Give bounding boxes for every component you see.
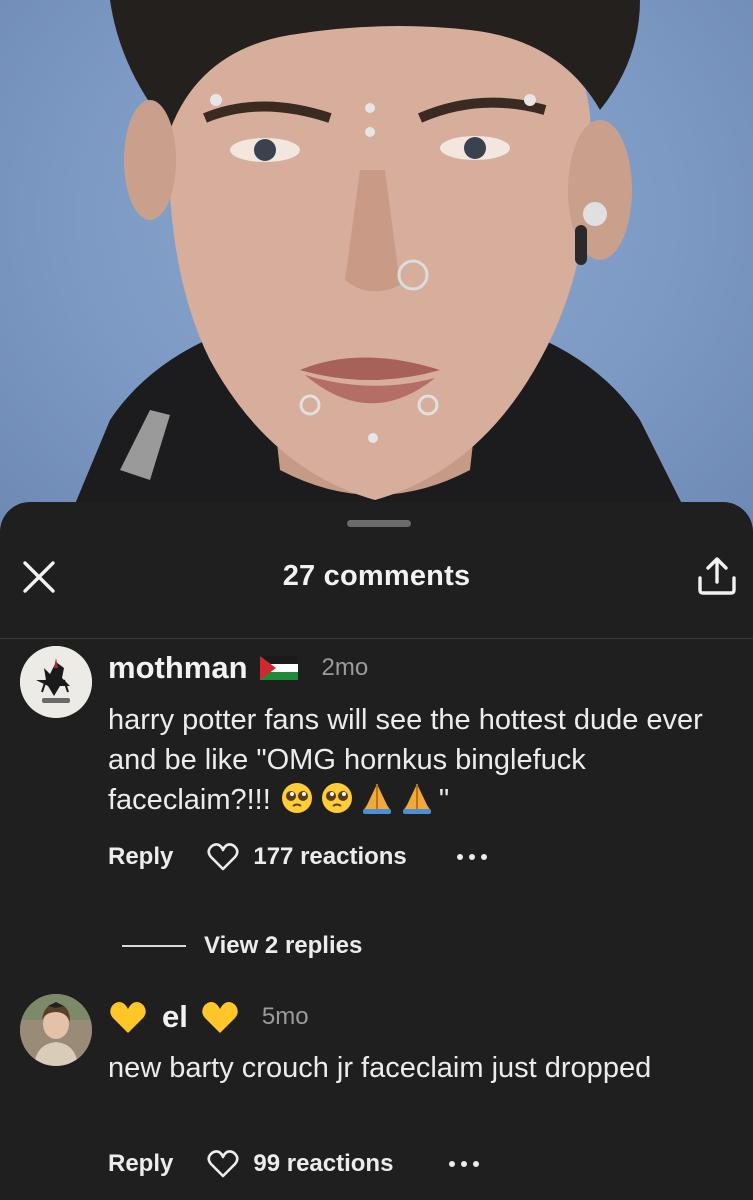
username[interactable]: mothman (108, 650, 248, 686)
folded-hands-icon (362, 784, 391, 814)
post-photo (0, 0, 753, 540)
comment-time: 5mo (261, 1003, 309, 1030)
comment-meta: mothman 2mo (108, 650, 368, 686)
comment-text: harry potter fans will see the hottest d… (108, 700, 728, 820)
username[interactable]: el (162, 999, 188, 1035)
share-button[interactable] (695, 554, 739, 598)
pleading-face-icon (321, 783, 352, 813)
more-dots-icon (449, 1161, 456, 1167)
comment-time: 2mo (321, 654, 369, 681)
view-replies-label: View 2 replies (204, 932, 363, 959)
comment-meta: el 5mo (108, 998, 309, 1036)
more-options-button[interactable] (456, 854, 487, 860)
more-options-button[interactable] (449, 1161, 480, 1167)
person-avatar-image (20, 994, 92, 1066)
sheet-header: 27 comments (0, 542, 753, 612)
reactions-count: 177 reactions (253, 843, 407, 870)
folded-hands-icon (402, 784, 431, 814)
view-replies-button[interactable]: View 2 replies (122, 932, 362, 960)
reactions-count: 99 reactions (253, 1150, 394, 1177)
reply-button[interactable]: Reply (108, 1150, 173, 1178)
reactions-button[interactable]: 99 reactions (207, 1149, 393, 1179)
avatar[interactable] (20, 646, 92, 718)
portrait-illustration (60, 0, 700, 540)
comment-text: new barty crouch jr faceclaim just dropp… (108, 1052, 652, 1084)
heart-icon (207, 843, 239, 871)
replies-line (122, 945, 186, 947)
yellow-heart-icon (110, 1002, 146, 1033)
pleading-face-icon (281, 783, 312, 813)
avatar[interactable] (20, 994, 92, 1066)
comment-text-end: " (438, 784, 450, 816)
comments-count-title: 27 comments (282, 560, 471, 592)
more-dots-icon (456, 854, 463, 860)
heart-icon (207, 1150, 239, 1178)
share-icon (698, 557, 736, 595)
screen: 27 comments mothman 2mo harry potter fan… (0, 0, 753, 1200)
comment-actions: Reply 177 reactions (108, 842, 487, 872)
moth-avatar-image (20, 646, 92, 718)
comment-actions: Reply 99 reactions (108, 1149, 480, 1179)
header-divider (0, 638, 753, 639)
yellow-heart-icon (202, 1002, 238, 1033)
reply-button[interactable]: Reply (108, 843, 173, 871)
sheet-grabber[interactable] (347, 520, 411, 527)
reactions-button[interactable]: 177 reactions (207, 842, 407, 872)
palestine-flag-icon (259, 656, 298, 680)
